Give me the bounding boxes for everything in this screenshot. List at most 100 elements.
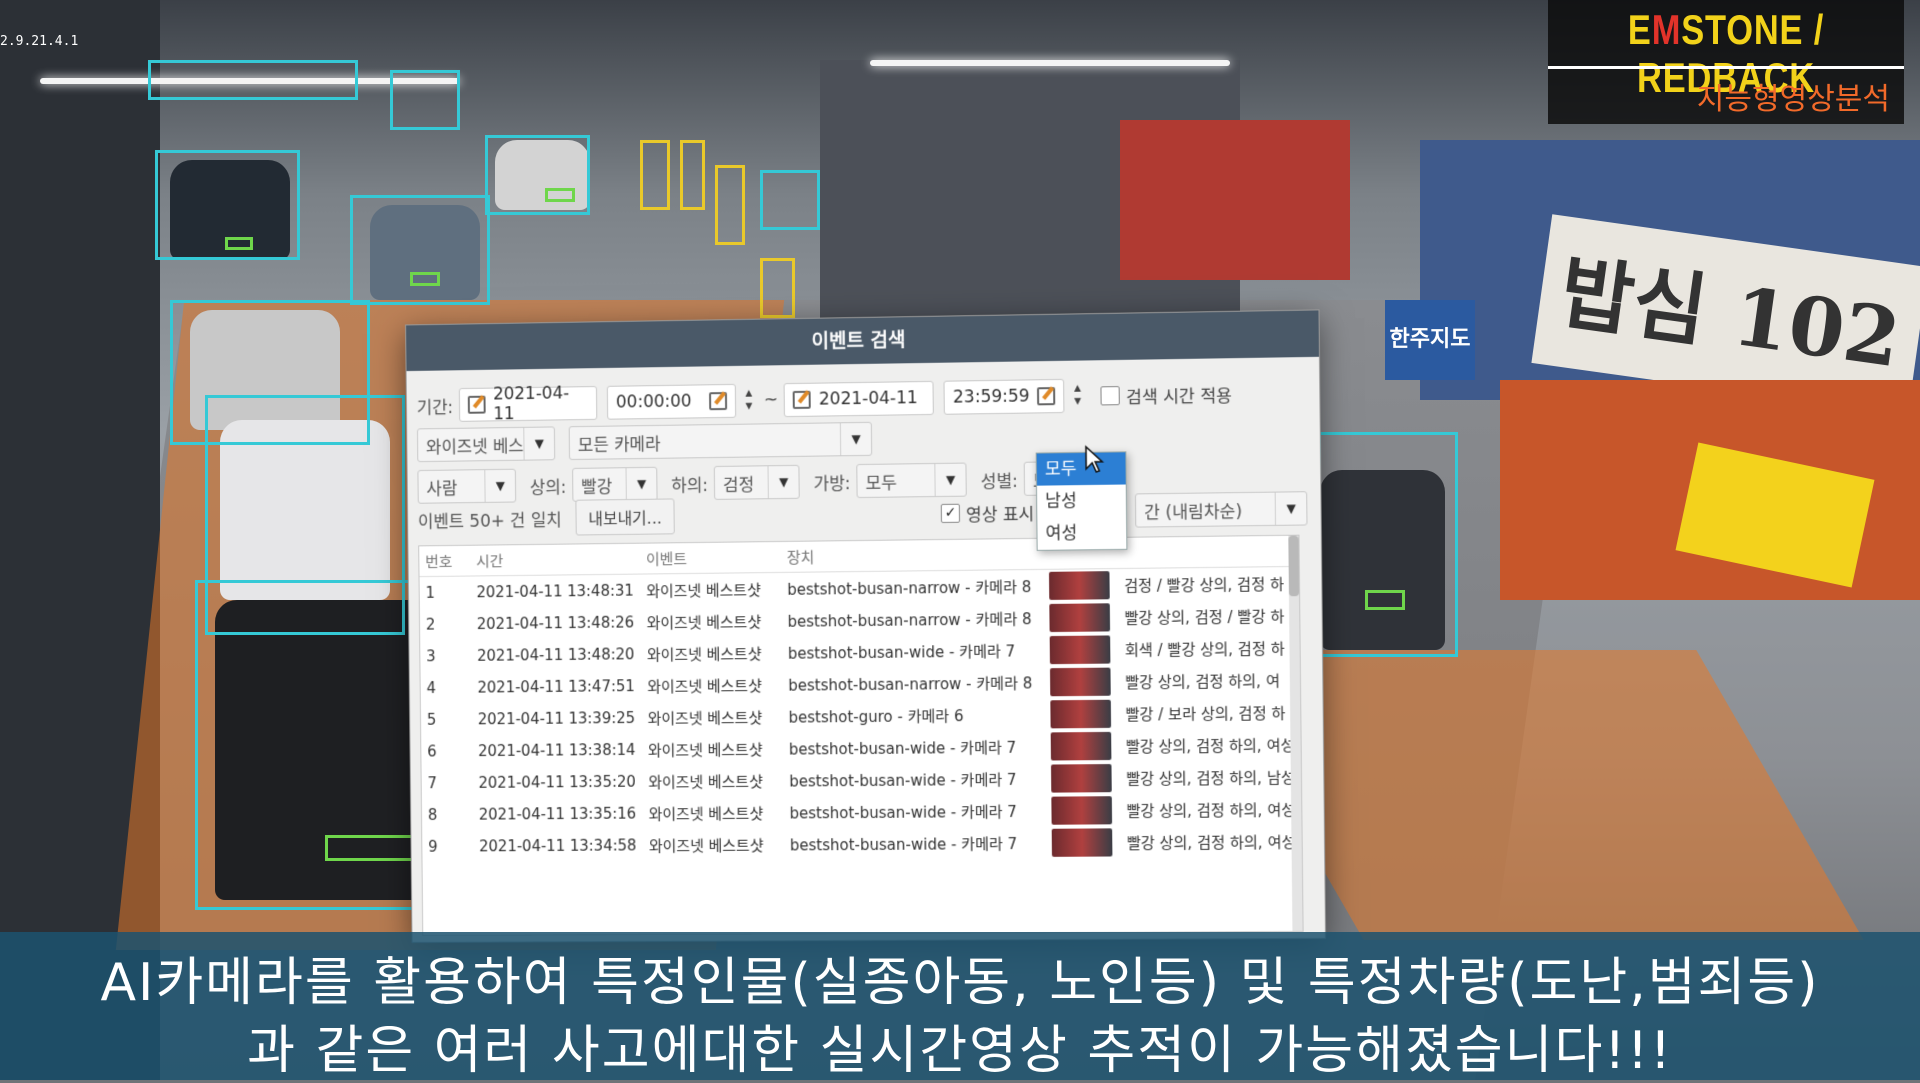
apply-search-time-label: 검색 시간 적용 <box>1125 385 1233 408</box>
mouse-cursor-icon <box>1084 445 1104 475</box>
object-type-select[interactable]: 사람 ▼ <box>417 468 517 504</box>
camera-select[interactable]: 모든 카메라 ▼ <box>568 421 873 461</box>
thumbnail-image <box>1050 699 1112 729</box>
start-date-value: 2021-04-11 <box>492 383 570 425</box>
license-plate-box <box>325 835 415 861</box>
chevron-down-icon[interactable]: ▼ <box>767 465 799 499</box>
end-time-spinner[interactable]: ▲ ▼ <box>1068 383 1086 409</box>
row-thumbnail <box>1046 826 1121 859</box>
bag-select[interactable]: 모두 ▼ <box>856 462 967 499</box>
chevron-down-icon[interactable]: ▼ <box>934 463 966 497</box>
bag-label: 가방: <box>813 473 851 495</box>
table-row[interactable]: 9 2021-04-11 13:34:58 와이즈넷 베스트샷 bestshot-bu… <box>422 825 1302 863</box>
row-number: 5 <box>426 710 437 729</box>
row-time: 2021-04-11 13:47:51 <box>477 677 635 697</box>
osd-label: 2.9.21.4.1 <box>0 34 79 49</box>
result-count: 이벤트 50+ 건 일치 <box>417 510 562 533</box>
end-time-value: 23:59:59 <box>952 386 1030 408</box>
end-time-field[interactable]: 23:59:59 <box>943 378 1065 415</box>
time-edit-icon[interactable] <box>1037 387 1056 406</box>
period-label: 기간: <box>416 397 454 419</box>
gender-option-male[interactable]: 남성 <box>1037 484 1126 517</box>
vehicle-detection-box <box>1318 432 1458 657</box>
row-device: bestshot-busan-narrow - 카메라 8 <box>787 577 1032 599</box>
row-time: 2021-04-11 13:48:20 <box>477 645 635 665</box>
spin-up-icon[interactable]: ▲ <box>1074 383 1081 396</box>
spin-up-icon[interactable]: ▲ <box>745 388 752 401</box>
start-date-field[interactable]: 2021-04-11 <box>458 383 598 425</box>
calendar-edit-icon[interactable] <box>467 395 486 414</box>
row-number: 1 <box>425 583 436 602</box>
row-time: 2021-04-11 13:48:26 <box>476 613 635 634</box>
brand-divider <box>1548 66 1904 69</box>
thumbnail-image <box>1051 764 1113 793</box>
gender-option-female[interactable]: 여성 <box>1037 517 1126 550</box>
person-detection-box <box>680 140 705 210</box>
spin-down-icon[interactable]: ▼ <box>1074 396 1081 409</box>
row-device: bestshot-busan-wide - 카메라 7 <box>789 834 1018 854</box>
lower-color-select[interactable]: 검정 ▼ <box>713 464 800 500</box>
chevron-down-icon[interactable]: ▼ <box>625 467 657 501</box>
screen-glare <box>870 60 1230 66</box>
row-description: 빨강 상의, 검정 하의, 여성 <box>1126 832 1296 852</box>
start-time-spinner[interactable]: ▲ ▼ <box>740 388 758 414</box>
col-device[interactable]: 장치 <box>780 538 1044 573</box>
row-event: 와이즈넷 베스트샷 <box>646 580 761 600</box>
start-time-value: 00:00:00 <box>615 391 692 413</box>
vehicle-detection-box <box>350 195 490 305</box>
show-video-checkbox[interactable]: ✓ <box>940 503 961 523</box>
row-thumbnail <box>1044 601 1119 634</box>
red-banners <box>1120 120 1350 280</box>
license-plate-box <box>545 188 575 202</box>
thumbnail-image <box>1052 828 1113 857</box>
range-separator: ~ <box>763 390 779 411</box>
col-no[interactable]: 번호 <box>419 545 471 577</box>
calendar-edit-icon[interactable] <box>792 390 812 409</box>
brand-subtitle: 지능형영상분석 <box>1696 82 1890 117</box>
upper-color-select[interactable]: 빨강 ▼ <box>572 466 658 502</box>
start-time-field[interactable]: 00:00:00 <box>606 383 737 420</box>
row-device: bestshot-busan-narrow - 카메라 8 <box>788 673 1033 695</box>
col-event[interactable]: 이벤트 <box>639 541 782 575</box>
event-camera-row: 와이즈넷 베스트샷 ▼ 모든 카메라 ▼ <box>416 421 873 463</box>
scrollbar-thumb[interactable] <box>1288 535 1300 597</box>
gender-option-all[interactable]: 모두 <box>1036 452 1126 486</box>
export-button[interactable]: 내보내기... <box>575 498 675 536</box>
col-time[interactable]: 시간 <box>470 543 641 577</box>
row-thumbnail <box>1044 666 1119 699</box>
caption-line-1: AI카메라를 활용하여 특정인물(실종아동, 노인등) 및 특정차량(도난,범죄… <box>100 953 1820 1013</box>
row-time: 2021-04-11 13:48:31 <box>476 581 634 602</box>
event-type-value: 와이즈넷 베스트샷 <box>425 435 524 458</box>
subtitle-caption: AI카메라를 활용하여 특정인물(실종아동, 노인등) 및 특정차량(도난,범죄… <box>0 932 1920 1081</box>
license-plate-box <box>225 237 253 250</box>
row-description: 빨강 상의, 검정 하의, 여성 <box>1125 735 1295 756</box>
table-scrollbar[interactable] <box>1288 535 1303 932</box>
spin-down-icon[interactable]: ▼ <box>745 401 752 414</box>
apply-search-time-checkbox[interactable] <box>1100 385 1121 405</box>
caption-line-2: 과 같은 여러 사고에대한 실시간영상 추적이 가능해졌습니다!!! <box>247 1021 1673 1081</box>
chevron-down-icon[interactable]: ▼ <box>1274 492 1307 525</box>
upper-color-value: 빨강 <box>581 476 613 498</box>
vehicle-detection-box <box>485 135 590 215</box>
license-plate-box <box>1365 590 1405 610</box>
results-table: 번호 시간 이벤트 장치 1 2021-04-11 13:48:31 와이즈넷 베스… <box>418 534 1304 936</box>
chevron-down-icon[interactable]: ▼ <box>839 422 872 456</box>
vehicle-detection-box <box>390 70 460 130</box>
person-detection-box <box>640 140 670 210</box>
chevron-down-icon[interactable]: ▼ <box>484 469 516 502</box>
lower-color-value: 검정 <box>722 474 755 496</box>
row-description: 빨강 상의, 검정 하의, 여 <box>1125 671 1280 692</box>
thumbnail-image <box>1050 667 1112 697</box>
event-type-select[interactable]: 와이즈넷 베스트샷 ▼ <box>416 426 556 463</box>
row-device: bestshot-busan-wide - 카메라 7 <box>788 738 1017 759</box>
end-date-field[interactable]: 2021-04-11 <box>783 380 935 418</box>
time-edit-icon[interactable] <box>709 392 728 411</box>
row-time: 2021-04-11 13:38:14 <box>478 740 636 761</box>
end-date-value: 2021-04-11 <box>818 388 918 410</box>
chevron-down-icon[interactable]: ▼ <box>523 427 555 460</box>
thumbnail-image <box>1049 571 1111 600</box>
row-thumbnail <box>1045 698 1120 731</box>
period-row: 기간: 2021-04-11 00:00:00 ▲ ▼ ~ 2021-04-11 … <box>416 376 1233 425</box>
thumbnail-image <box>1051 796 1113 825</box>
sort-select[interactable]: 간 (내림차순) ▼ <box>1134 491 1308 528</box>
